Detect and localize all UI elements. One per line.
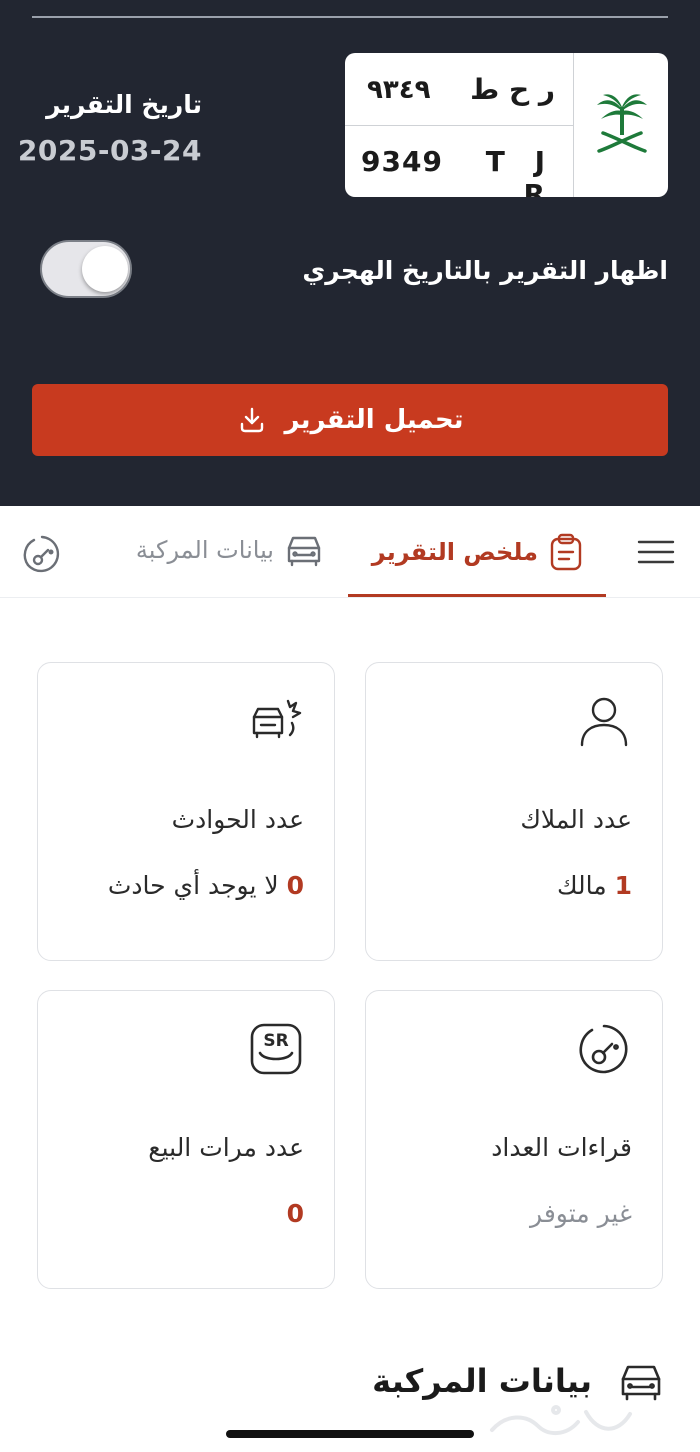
saudi-emblem-icon xyxy=(597,94,647,153)
plate-arabic-number: ٩٣٤٩ xyxy=(367,75,431,105)
report-date-label: تاريخ التقرير xyxy=(46,90,202,119)
sales-count-value: 0 xyxy=(287,1199,304,1228)
owners-count-unit: مالك xyxy=(556,871,607,900)
download-report-label: تحميل التقرير xyxy=(284,405,464,435)
menu-icon[interactable] xyxy=(636,538,676,566)
accidents-count-title: عدد الحوادث xyxy=(171,805,304,834)
accidents-count-number: 0 xyxy=(286,871,304,900)
tab-report-summary[interactable]: ملخص التقرير xyxy=(372,532,584,572)
car-crash-icon xyxy=(252,699,302,739)
sales-sr-icon: SR xyxy=(250,1023,302,1075)
hijri-toggle[interactable] xyxy=(40,240,132,298)
odometer-readings-title: قراءات العداد xyxy=(491,1133,632,1162)
hijri-toggle-label: اظهار التقرير بالتاريخ الهجري xyxy=(302,256,668,285)
report-header: ٩٣٤٩ ر ح ط 9349 T J R تاريخ التقرير 2025… xyxy=(0,0,700,506)
accidents-count-value: 0 لا يوجد أي حادث xyxy=(108,871,304,900)
watermark-logo-icon xyxy=(490,1405,632,1435)
clipboard-icon xyxy=(550,533,582,571)
download-icon xyxy=(240,407,263,433)
plate-horizontal-divider xyxy=(345,125,573,126)
odometer-icon xyxy=(579,1024,628,1074)
tab-bar xyxy=(0,506,700,598)
sales-count-number: 0 xyxy=(286,1199,304,1228)
sales-count-title: عدد مرات البيع xyxy=(148,1133,304,1162)
person-icon xyxy=(580,697,628,747)
plate-vertical-divider xyxy=(573,53,574,197)
plate-english-number: 9349 xyxy=(361,145,443,178)
owners-count-value: 1 مالك xyxy=(557,871,632,900)
odometer-readings-value: غير متوفر xyxy=(530,1199,632,1228)
header-divider xyxy=(32,16,668,18)
license-plate: ٩٣٤٩ ر ح ط 9349 T J R xyxy=(345,53,668,197)
plate-arabic-letters: ر ح ط xyxy=(470,73,555,106)
odometer-tab-icon[interactable] xyxy=(20,532,64,576)
tab-active-indicator xyxy=(348,594,606,597)
tab-report-summary-label: ملخص التقرير xyxy=(371,538,538,566)
owners-count-card[interactable]: عدد الملاك 1 مالك xyxy=(365,662,663,961)
report-date-value: 2025-03-24 xyxy=(17,134,202,167)
vehicle-data-section-title: بيانات المركبة xyxy=(372,1362,592,1400)
tab-vehicle-data-label: بيانات المركبة xyxy=(135,536,274,564)
plate-english-letters: T J R xyxy=(485,145,555,197)
toggle-knob xyxy=(82,246,128,292)
home-indicator xyxy=(226,1430,474,1438)
accidents-count-text: لا يوجد أي حادث xyxy=(107,871,279,900)
car-icon xyxy=(287,536,321,567)
owners-count-title: عدد الملاك xyxy=(520,805,632,834)
owners-count-number: 1 xyxy=(614,871,632,900)
vehicle-section-car-icon xyxy=(621,1365,661,1401)
tab-vehicle-data[interactable]: بيانات المركبة xyxy=(136,532,324,568)
accidents-count-card[interactable]: عدد الحوادث 0 لا يوجد أي حادث xyxy=(37,662,335,961)
sales-count-card[interactable]: SR عدد مرات البيع 0 xyxy=(37,990,335,1289)
download-report-button[interactable]: تحميل التقرير xyxy=(32,384,668,456)
svg-text:SR: SR xyxy=(263,1031,288,1051)
tab-bar-border xyxy=(0,597,700,598)
odometer-readings-card[interactable]: قراءات العداد غير متوفر xyxy=(365,990,663,1289)
